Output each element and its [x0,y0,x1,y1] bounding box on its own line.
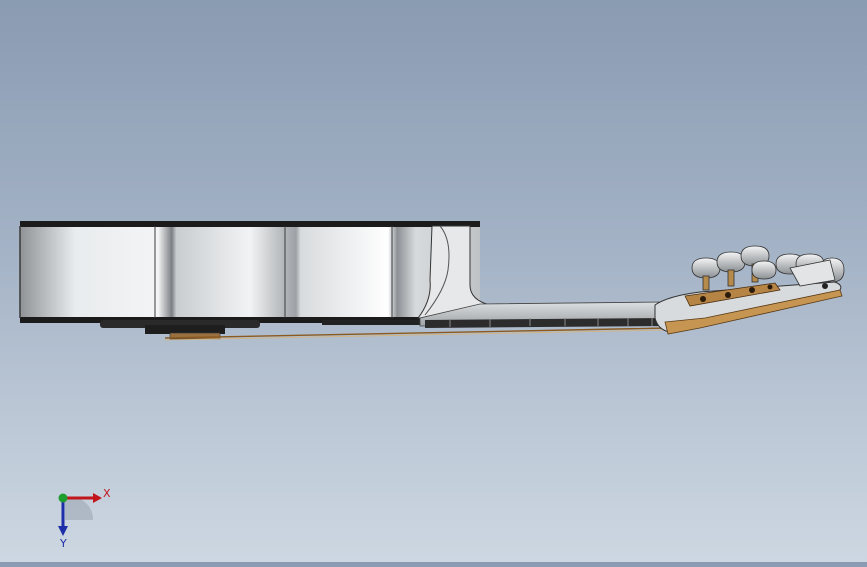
guitar-headstock[interactable] [654,245,845,335]
neck-plate [322,320,422,325]
x-axis-arrow-icon [93,493,102,503]
tuner-peg-4[interactable] [751,260,777,280]
guitar-body[interactable] [19,221,491,340]
tuner-peg-1[interactable] [691,257,721,279]
bridge-block [145,325,225,334]
coordinate-triad[interactable]: X Y [45,480,115,550]
y-axis-arrow-icon [58,526,68,536]
x-axis-label: X [103,487,111,500]
y-axis-label: Y [59,537,67,550]
string-highlight [164,329,669,341]
strings [164,327,669,339]
guitar-model[interactable] [0,0,867,562]
tuner-post-1 [702,275,710,291]
cad-3d-viewport[interactable]: X Y [0,0,867,562]
z-axis-dot-icon [58,493,68,503]
headstock-hole [822,283,828,289]
body-side-panel [20,222,480,322]
body-top-binding [20,221,480,227]
tuner-post-2 [727,269,735,287]
triad-plane-shade [65,497,94,520]
